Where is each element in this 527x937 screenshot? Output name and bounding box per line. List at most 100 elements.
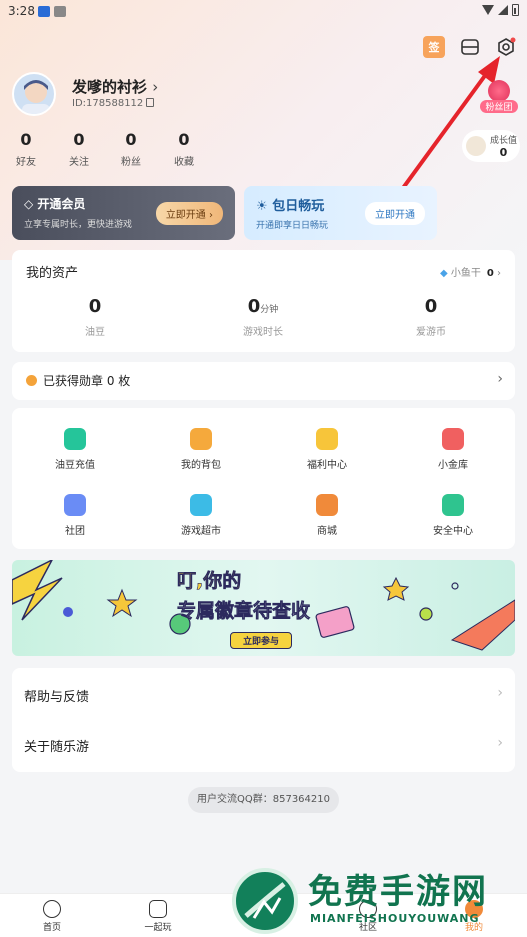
asset-youdou[interactable]: 0 油豆 bbox=[45, 296, 145, 338]
avatar[interactable] bbox=[12, 72, 56, 116]
asset-value: 0 bbox=[247, 296, 261, 317]
daily-title-text: 包日畅玩 bbox=[272, 199, 325, 214]
app-notification-icon bbox=[38, 6, 50, 17]
asset-label: 油豆 bbox=[85, 327, 105, 338]
fish-balance[interactable]: ◆ 小鱼干 0 › bbox=[440, 264, 501, 279]
chevron-right-icon: › bbox=[497, 371, 503, 387]
tab-home[interactable]: 首页 bbox=[22, 900, 82, 933]
grid-item-label: 社团 bbox=[65, 526, 85, 537]
chevron-right-icon: › bbox=[497, 685, 503, 701]
grid-item-label: 油豆充值 bbox=[55, 460, 95, 471]
asset-unit: 分钟 bbox=[260, 305, 279, 315]
club-icon bbox=[64, 494, 86, 516]
grid-item[interactable]: 我的背包 bbox=[151, 428, 251, 471]
tab-label: 首页 bbox=[42, 923, 61, 933]
stat-label: 收藏 bbox=[174, 157, 194, 168]
chevron-right-icon: › bbox=[152, 78, 159, 96]
stat-following[interactable]: 0 关注 bbox=[59, 130, 99, 168]
robot-icon bbox=[149, 900, 167, 918]
wifi-icon bbox=[482, 5, 494, 15]
youdou-recharge-icon bbox=[64, 428, 86, 450]
chevron-right-icon: › bbox=[497, 268, 501, 279]
grid-item-label: 游戏超市 bbox=[181, 526, 221, 537]
gift-icon bbox=[316, 428, 338, 450]
basket-icon bbox=[190, 494, 212, 516]
badge-promo-banner[interactable]: 叮,你的 专属徽章待查收 立即参与 bbox=[12, 560, 515, 656]
watermark-cn: 免费手游网 bbox=[308, 872, 488, 912]
copy-icon[interactable] bbox=[146, 98, 155, 107]
grid-item-label: 我的背包 bbox=[181, 460, 221, 471]
vault-icon bbox=[442, 428, 464, 450]
growth-value[interactable]: 成长值 0 bbox=[462, 130, 520, 162]
username[interactable]: 发嗲的衬衫 › bbox=[72, 76, 158, 97]
asset-label: 爱游币 bbox=[416, 327, 446, 338]
banner-subheadline: 专属徽章待查收 bbox=[177, 600, 311, 623]
stat-value: 0 bbox=[73, 130, 85, 149]
asset-game-time[interactable]: 0分钟游戏时长 bbox=[213, 296, 313, 338]
grid-item[interactable]: 商城 bbox=[277, 494, 377, 537]
watermark-logo bbox=[232, 868, 298, 934]
feature-grid: 油豆充值 我的背包 福利中心 小金库社团 游戏超市 商城 安全中心 bbox=[12, 408, 515, 549]
user-id: ID:178588112 bbox=[72, 98, 155, 109]
grid-item[interactable]: 安全中心 bbox=[403, 494, 503, 537]
diamond-icon: ◇ bbox=[24, 197, 38, 211]
fish-value: 0 bbox=[486, 268, 494, 279]
help-feedback-item[interactable]: 帮助与反馈 bbox=[24, 686, 89, 705]
notification-icons bbox=[38, 6, 66, 17]
tab-play-together[interactable]: 一起玩 bbox=[128, 900, 188, 933]
grid-item[interactable]: 小金库 bbox=[403, 428, 503, 471]
status-time: 3:28 bbox=[8, 4, 35, 18]
grid-item[interactable]: 社团 bbox=[25, 494, 125, 537]
stat-value: 0 bbox=[20, 130, 32, 149]
daily-pass-card[interactable]: ☀ 包日畅玩 开通即享日日畅玩 立即开通 bbox=[244, 186, 437, 240]
asset-coins[interactable]: 0 爱游币 bbox=[381, 296, 481, 338]
grid-item[interactable]: 油豆充值 bbox=[25, 428, 125, 471]
shop-icon bbox=[316, 494, 338, 516]
asset-label: 游戏时长 bbox=[243, 327, 283, 338]
daily-open-button[interactable]: 立即开通 bbox=[365, 202, 425, 225]
stat-value: 0 bbox=[178, 130, 190, 149]
stat-label: 关注 bbox=[69, 157, 89, 168]
app-notification-icon bbox=[54, 6, 66, 17]
watermark: 免费手游网 MIANFEISHOUYOUWANG bbox=[230, 862, 527, 937]
chevron-right-icon: › bbox=[497, 735, 503, 751]
username-text: 发嗲的衬衫 bbox=[72, 78, 148, 96]
grid-item-label: 小金库 bbox=[438, 460, 468, 471]
grid-item[interactable]: 游戏超市 bbox=[151, 494, 251, 537]
medal-text: 已获得勋章 0 枚 bbox=[43, 374, 131, 388]
user-id-text: ID:178588112 bbox=[72, 98, 144, 109]
banner-join-button[interactable]: 立即参与 bbox=[230, 632, 293, 649]
vip-card[interactable]: ◇ 开通会员 立享专属时长，更快进游戏 立即开通 › bbox=[12, 186, 235, 240]
stat-favorites[interactable]: 0 收藏 bbox=[164, 130, 204, 168]
stat-value: 0 bbox=[125, 130, 137, 149]
battery-icon bbox=[512, 4, 519, 16]
grid-item[interactable]: 福利中心 bbox=[277, 428, 377, 471]
assets-title: 我的资产 bbox=[26, 266, 79, 281]
stat-friends[interactable]: 0 好友 bbox=[6, 130, 46, 168]
fish-icon: ◆ bbox=[439, 268, 451, 279]
banner-headline: 叮,你的 bbox=[177, 570, 242, 593]
grid-item-label: 商城 bbox=[317, 526, 337, 537]
fish-label: 小鱼干 bbox=[450, 268, 481, 279]
stat-fans[interactable]: 0 粉丝 bbox=[111, 130, 151, 168]
vip-open-button[interactable]: 立即开通 › bbox=[155, 202, 223, 225]
about-item[interactable]: 关于随乐游 bbox=[24, 736, 89, 755]
qq-group-pill[interactable]: 用户交流QQ群：857364210 bbox=[188, 787, 339, 813]
settings-menu: 帮助与反馈 › 关于随乐游 › bbox=[12, 668, 515, 772]
vip-button-label: 立即开通 bbox=[165, 210, 206, 221]
tab-label: 一起玩 bbox=[144, 923, 172, 933]
fan-group-label: 粉丝团 bbox=[480, 100, 518, 113]
growth-number: 0 bbox=[499, 146, 508, 159]
backpack-icon bbox=[190, 428, 212, 450]
vip-title-text: 开通会员 bbox=[37, 197, 86, 211]
fan-group-badge[interactable]: 粉丝团 bbox=[480, 80, 518, 116]
assets-card: 我的资产 ◆ 小鱼干 0 › 0 油豆 0分钟 游戏时长 0 爱游币 bbox=[12, 250, 515, 352]
grid-item-label: 福利中心 bbox=[307, 460, 347, 471]
grid-item-label: 安全中心 bbox=[433, 526, 473, 537]
sun-icon: ☀ bbox=[256, 199, 273, 214]
growth-label: 成长值 bbox=[490, 136, 518, 146]
shield-icon bbox=[442, 494, 464, 516]
growth-text: 成长值 0 bbox=[490, 133, 517, 159]
medal-row[interactable]: 已获得勋章 0 枚 › bbox=[12, 362, 515, 400]
system-icons bbox=[482, 4, 519, 16]
